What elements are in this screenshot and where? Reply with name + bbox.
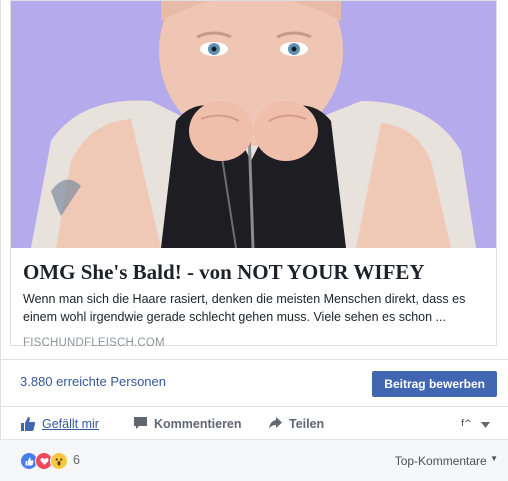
reaction-count[interactable]: 6 xyxy=(73,453,80,467)
like-button[interactable]: Gefällt mir xyxy=(20,407,99,440)
post-as-selector[interactable]: f^ xyxy=(460,407,490,440)
share-arrow-icon xyxy=(268,416,283,431)
comment-sort-label: Top-Kommentare xyxy=(394,454,487,468)
reach-count-link[interactable]: 3.880 erreichte Personen xyxy=(20,374,166,389)
svg-text:f^: f^ xyxy=(461,419,472,428)
like-label: Gefällt mir xyxy=(42,416,99,431)
link-preview-image[interactable] xyxy=(11,1,496,248)
chevron-down-icon xyxy=(481,415,490,433)
action-bar: Gefällt mir Kommentieren Teilen f^ xyxy=(0,407,508,440)
comment-icon xyxy=(133,416,148,431)
share-label: Teilen xyxy=(289,416,325,431)
boost-post-button[interactable]: Beitrag bewerben xyxy=(372,371,497,397)
comment-label: Kommentieren xyxy=(154,416,242,431)
caret-down-icon: ▼ xyxy=(490,454,498,463)
page-avatar-icon: f^ xyxy=(460,415,474,433)
portrait-photo xyxy=(11,1,496,248)
reactions-bar: 6 Top-Kommentare ▼ xyxy=(0,440,508,481)
link-preview-card[interactable]: OMG She's Bald! - von NOT YOUR WIFEY Wen… xyxy=(10,0,497,349)
reaction-icons[interactable] xyxy=(20,452,68,470)
share-button[interactable]: Teilen xyxy=(268,407,324,440)
wow-icon xyxy=(50,452,68,470)
comment-sort-dropdown[interactable]: Top-Kommentare ▼ xyxy=(395,454,498,468)
link-description: Wenn man sich die Haare rasiert, denken … xyxy=(23,292,466,324)
link-title[interactable]: OMG She's Bald! - von NOT YOUR WIFEY xyxy=(23,259,488,285)
reach-bar: 3.880 erreichte Personen Beitrag bewerbe… xyxy=(0,359,508,407)
thumbs-up-icon xyxy=(20,416,36,432)
link-domain: FISCHUNDFLEISCH.COM xyxy=(23,337,165,349)
comment-button[interactable]: Kommentieren xyxy=(133,407,242,440)
